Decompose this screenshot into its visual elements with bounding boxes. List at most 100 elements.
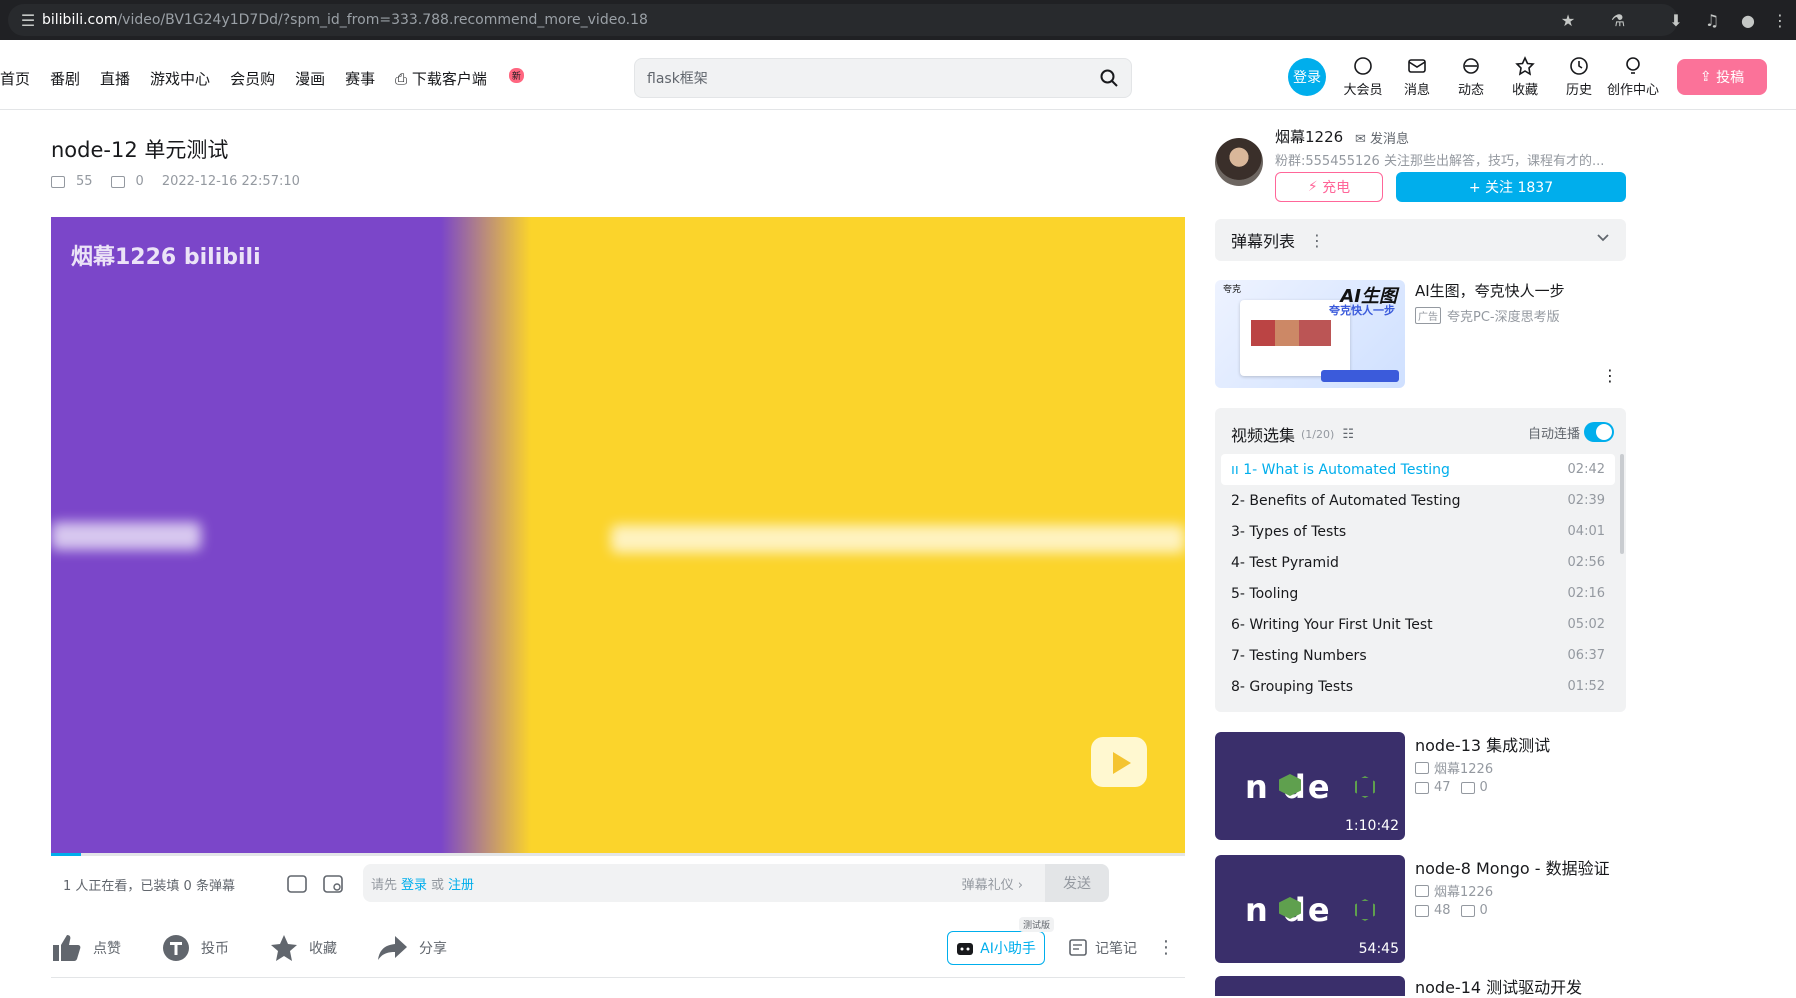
- search-icon[interactable]: [1099, 68, 1119, 88]
- nav-message-label: 消息: [1403, 83, 1430, 98]
- login-button[interactable]: 登录: [1288, 58, 1326, 96]
- download-icon[interactable]: ⬇: [1664, 8, 1688, 32]
- ad-title[interactable]: AI生图，夸克快人一步: [1415, 280, 1565, 301]
- playlist-title: 视频选集: [1231, 426, 1296, 445]
- nav-match[interactable]: 赛事: [345, 68, 375, 89]
- autoplay-toggle[interactable]: [1584, 422, 1614, 442]
- playlist-item[interactable]: 7- Testing Numbers 06:37: [1221, 640, 1615, 671]
- danmaku-register-link[interactable]: 注册: [448, 874, 474, 893]
- nav-dynamic[interactable]: 动态: [1444, 56, 1498, 98]
- list-view-icon[interactable]: ☷: [1342, 427, 1354, 442]
- nav-vip[interactable]: 大会员: [1336, 56, 1390, 98]
- danmaku-list-panel[interactable]: 弹幕列表 ⋮: [1215, 219, 1626, 261]
- video-action-bar: 点赞 投币 收藏 分享 AI小助手 测试版 记笔记 ⋮: [51, 917, 1185, 971]
- danmaku-send-button[interactable]: 发送: [1045, 864, 1109, 902]
- creator-icon: [1626, 57, 1640, 74]
- more-options-icon[interactable]: ⋮: [1157, 937, 1175, 958]
- playlist-item[interactable]: 8- Grouping Tests 01:52: [1221, 671, 1615, 702]
- recommended-uploader[interactable]: 烟幕1226: [1415, 881, 1493, 900]
- recommended-thumbnail[interactable]: [1215, 976, 1405, 996]
- danmaku-etiquette-link[interactable]: 弹幕礼仪 ›: [962, 864, 1023, 902]
- favorite-button[interactable]: 收藏: [269, 933, 337, 963]
- nav-manga[interactable]: 漫画: [295, 68, 325, 89]
- video-watermark: 烟幕1226 bilibili: [71, 245, 261, 270]
- search-placeholder: flask框架: [647, 71, 708, 87]
- recommended-title[interactable]: node-8 Mongo - 数据验证: [1415, 855, 1610, 879]
- address-bar[interactable]: bilibili.com/video/BV1G24y1D7Dd/?spm_id_…: [8, 4, 1678, 36]
- recommended-title[interactable]: node-14 测试驱动开发: [1415, 974, 1582, 998]
- follow-button[interactable]: + 关注 1837: [1396, 172, 1626, 202]
- autoplay-label: 自动连播: [1527, 426, 1580, 442]
- upload-button[interactable]: ⇪ 投稿: [1677, 59, 1767, 95]
- danmaku-settings-icon[interactable]: [321, 872, 345, 896]
- danmaku-list-menu-icon[interactable]: ⋮: [1309, 231, 1325, 250]
- search-input[interactable]: flask框架: [634, 58, 1132, 98]
- uploader-name[interactable]: 烟幕1226: [1275, 126, 1343, 147]
- video-meta: 55 0 2022-12-16 22:57:10: [51, 174, 300, 189]
- recommended-thumbnail[interactable]: n de 1:10:42: [1215, 732, 1405, 840]
- playlist-item-title: 8- Grouping Tests: [1231, 678, 1353, 695]
- charge-label: 充电: [1322, 180, 1351, 196]
- nav-game[interactable]: 游戏中心: [150, 68, 210, 89]
- ad-more-icon[interactable]: ⋮: [1602, 366, 1618, 385]
- video-player[interactable]: 烟幕1226 bilibili: [51, 217, 1185, 855]
- nav-mall[interactable]: 会员购: [230, 68, 275, 89]
- watching-count: 1 人正在看，已装填 0 条弹幕: [63, 878, 235, 894]
- playlist-item[interactable]: 2- Benefits of Automated Testing 02:39: [1221, 485, 1615, 516]
- uploader-avatar[interactable]: [1215, 138, 1263, 186]
- share-button[interactable]: 分享: [377, 934, 447, 962]
- coin-button[interactable]: 投币: [161, 933, 229, 963]
- playlist-item[interactable]: 6- Writing Your First Unit Test 05:02: [1221, 609, 1615, 640]
- nav-live[interactable]: 直播: [100, 68, 130, 89]
- playlist-scrollbar[interactable]: [1620, 454, 1624, 554]
- nav-creator[interactable]: 创作中心: [1606, 56, 1660, 98]
- recommended-uploader[interactable]: 烟幕1226: [1415, 758, 1493, 777]
- ad-images: [1251, 320, 1331, 346]
- recommended-thumbnail[interactable]: n de 54:45: [1215, 855, 1405, 963]
- up-icon: [1415, 761, 1429, 774]
- media-icon[interactable]: ♫: [1700, 8, 1724, 32]
- note-button[interactable]: 记笔记: [1069, 931, 1137, 965]
- send-message-link[interactable]: ✉ 发消息: [1355, 128, 1409, 147]
- nav-favorite[interactable]: 收藏: [1498, 56, 1552, 98]
- js-hex-icon: [1355, 899, 1375, 921]
- danmaku-login-link[interactable]: 登录: [401, 874, 427, 893]
- bookmark-star-icon[interactable]: ★: [1556, 8, 1580, 32]
- charge-button[interactable]: ⚡ 充电: [1275, 172, 1383, 202]
- play-count-icon: [1415, 904, 1429, 917]
- chevron-down-icon[interactable]: [1596, 231, 1610, 245]
- danmaku-toggle-icon[interactable]: [285, 872, 309, 896]
- labs-flask-icon[interactable]: ⚗: [1606, 8, 1630, 32]
- playlist-item[interactable]: ıı 1- What is Automated Testing 02:42: [1221, 454, 1615, 485]
- recommended-video[interactable]: node-14 测试驱动开发: [1215, 974, 1626, 998]
- playlist-item[interactable]: 5- Tooling 02:16: [1221, 578, 1615, 609]
- video-progress-bar[interactable]: [51, 853, 1185, 856]
- recommended-video[interactable]: n de 54:45 node-8 Mongo - 数据验证 烟幕1226 48…: [1215, 855, 1626, 963]
- recommended-title[interactable]: node-13 集成测试: [1415, 732, 1550, 756]
- danmaku-count-icon: [1460, 904, 1475, 917]
- site-info-icon[interactable]: ☰: [16, 8, 40, 32]
- nav-message[interactable]: 消息: [1390, 56, 1444, 98]
- ai-assistant-button[interactable]: AI小助手: [947, 931, 1045, 965]
- site-header: 首页 番剧 直播 游戏中心 会员购 漫画 赛事 ⎙ 下载客户端新 flask框架…: [0, 40, 1796, 110]
- menu-icon[interactable]: ⋮: [1768, 8, 1792, 32]
- favorite-icon: [1515, 56, 1535, 76]
- recommended-uploader-name: 烟幕1226: [1434, 762, 1494, 777]
- like-button[interactable]: 点赞: [51, 933, 121, 963]
- playlist-item[interactable]: 4- Test Pyramid 02:56: [1221, 547, 1615, 578]
- upload-label: 投稿: [1716, 70, 1745, 86]
- recommended-video[interactable]: n de 1:10:42 node-13 集成测试 烟幕1226 47 0: [1215, 732, 1626, 840]
- ad-thumbnail[interactable]: 夸克 AI生图 夸克快人一步: [1215, 280, 1405, 388]
- nav-bangumi[interactable]: 番剧: [50, 68, 80, 89]
- danmaku-input[interactable]: 请先 登录 或 注册 弹幕礼仪 › 发送: [363, 864, 1109, 902]
- danmaku-prompt-prefix: 请先: [371, 877, 398, 893]
- playlist-item-title: 6- Writing Your First Unit Test: [1231, 616, 1433, 633]
- dynamic-icon: [1463, 58, 1479, 74]
- playlist-item[interactable]: 3- Types of Tests 04:01: [1221, 516, 1615, 547]
- profile-icon[interactable]: ●: [1736, 8, 1760, 32]
- nav-download-client[interactable]: ⎙ 下载客户端新: [395, 68, 544, 89]
- nav-history[interactable]: 历史: [1552, 56, 1606, 98]
- ad-card[interactable]: 夸克 AI生图 夸克快人一步 AI生图，夸克快人一步 广告 夸克PC-深度思考版 …: [1215, 280, 1626, 388]
- nav-home[interactable]: 首页: [0, 68, 30, 89]
- playlist-item-title: 4- Test Pyramid: [1231, 554, 1339, 571]
